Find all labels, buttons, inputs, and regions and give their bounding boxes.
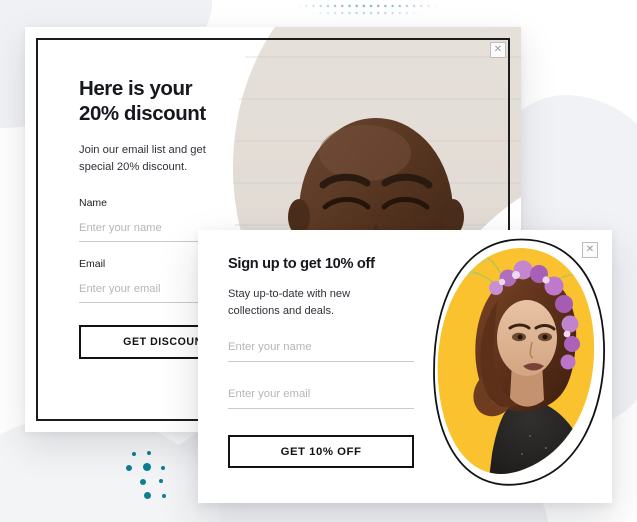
close-icon[interactable]: ✕ [490, 42, 506, 58]
popup2-subtitle: Stay up-to-date with new collections and… [228, 288, 351, 317]
popup1-title: Here is your 20% discount [79, 77, 206, 125]
teal-dot-cluster [126, 450, 188, 506]
popup2-title: Sign up to get 10% off [228, 256, 375, 272]
woman-with-flower-crown-photo [426, 230, 612, 503]
popup1-subtitle: Join our email list and get special 20% … [79, 144, 206, 173]
close-icon[interactable]: ✕ [582, 242, 598, 258]
get-10-percent-off-button[interactable]: GET 10% OFF [228, 435, 414, 468]
name-label: Name [79, 197, 108, 209]
signup-popup: Sign up to get 10% off Stay up-to-date w… [198, 230, 612, 503]
signup-popup-copy: Sign up to get 10% off Stay up-to-date w… [228, 256, 414, 468]
email-input[interactable] [228, 388, 414, 409]
teal-dot-grid [274, 0, 460, 20]
woman-illustration [433, 238, 605, 486]
name-input[interactable] [228, 341, 414, 362]
